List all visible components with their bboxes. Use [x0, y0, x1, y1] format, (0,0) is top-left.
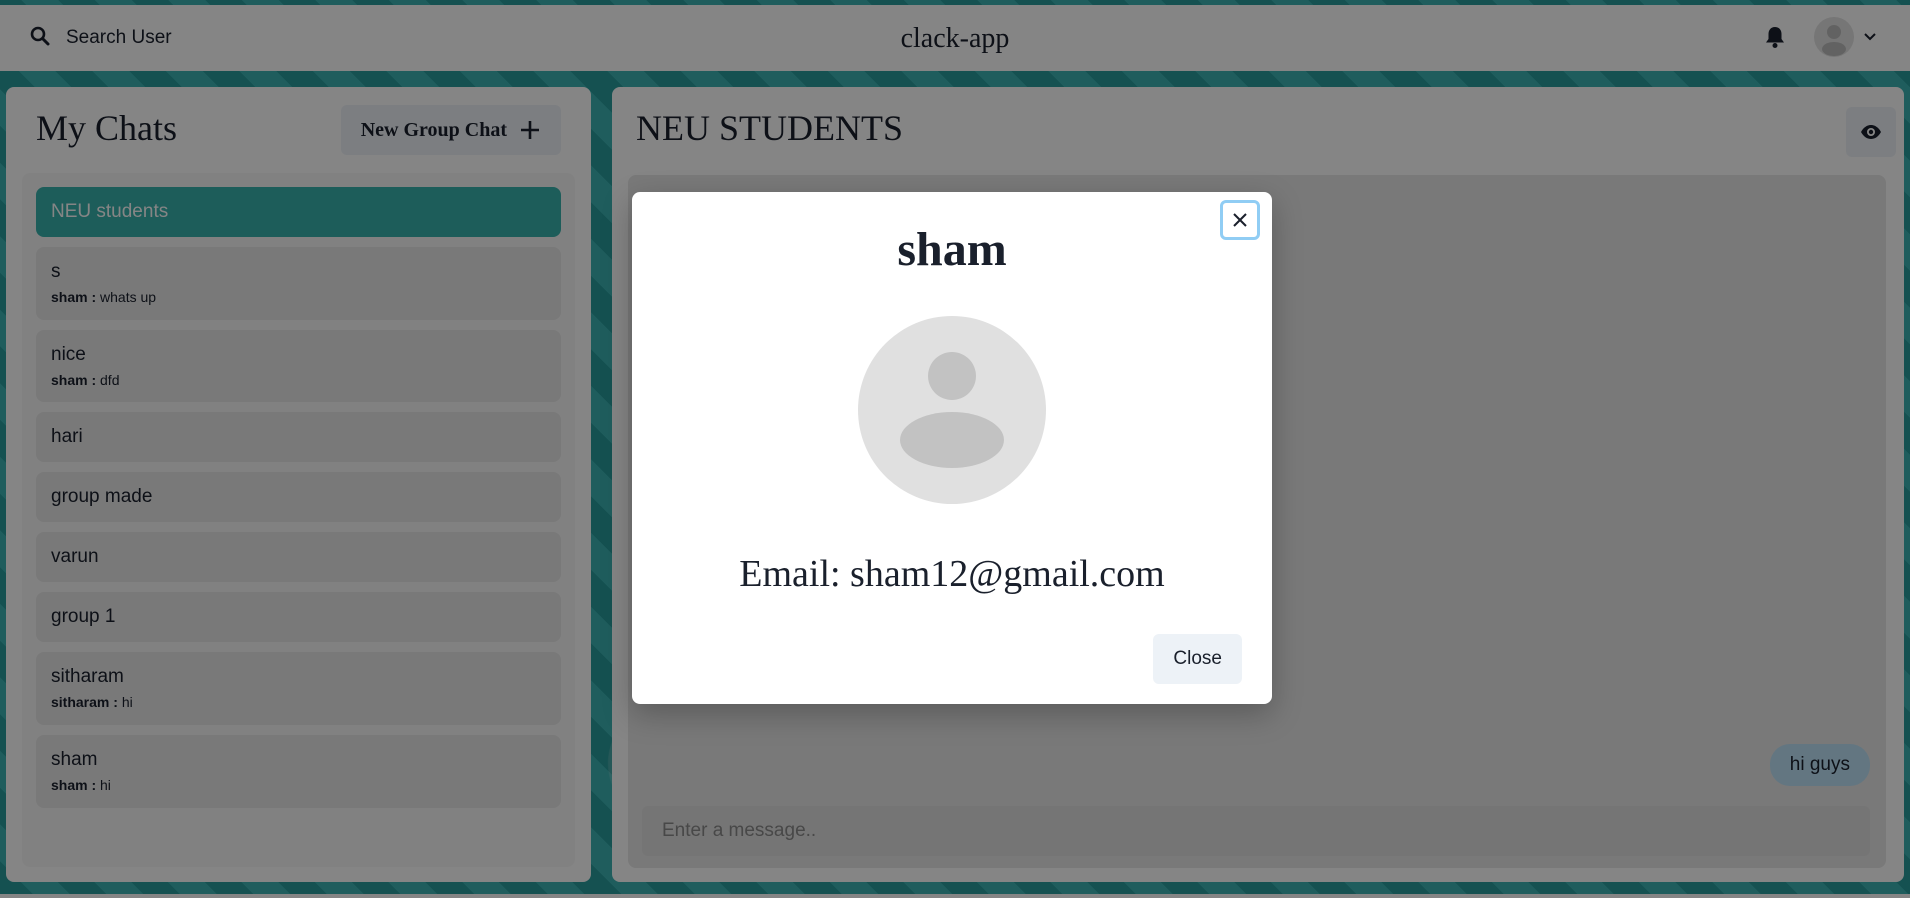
- modal-title: sham: [897, 223, 1007, 276]
- profile-picture: [858, 316, 1046, 504]
- user-profile-modal: sham Email: sham12@gmail.com Close: [632, 192, 1272, 704]
- modal-email: Email: sham12@gmail.com: [739, 553, 1165, 595]
- close-icon: [1232, 212, 1248, 228]
- modal-close-button[interactable]: Close: [1153, 634, 1242, 684]
- modal-close-x-button[interactable]: [1220, 200, 1260, 240]
